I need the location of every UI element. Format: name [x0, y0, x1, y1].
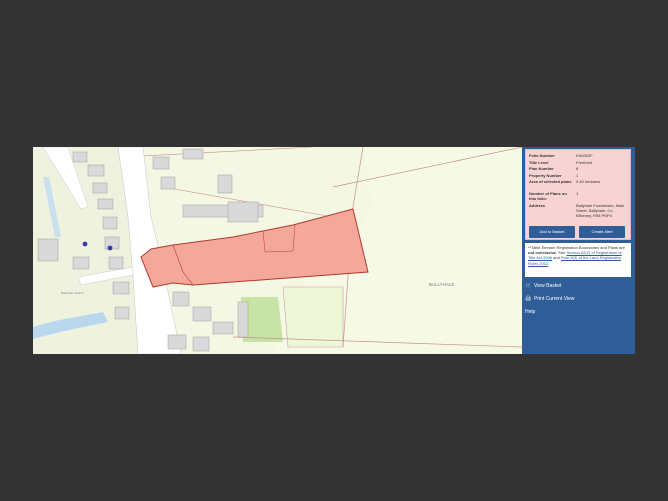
- row-value: Freehold: [576, 159, 592, 165]
- building: [237, 301, 249, 338]
- row-value: 1: [576, 191, 579, 196]
- building: [92, 182, 108, 194]
- building: [114, 306, 130, 320]
- row-label: Folio Number: [529, 153, 555, 158]
- building: [182, 148, 204, 160]
- row-value: KK6302F: [576, 153, 593, 158]
- building: [167, 334, 187, 350]
- building: [160, 176, 176, 190]
- view-basket-label: View Basket: [534, 283, 562, 289]
- disclaimer-notice: **Tailte Éireann Registration Boundaries…: [525, 243, 631, 277]
- create-alert-button[interactable]: Create Alert: [579, 226, 625, 238]
- building: [97, 198, 114, 210]
- folio-info-box: Folio Number KK6302F Title Level Freehol…: [525, 149, 631, 240]
- map-graphics[interactable]: BALLYHALE Ballyhale Church: [33, 147, 522, 354]
- field-south: [282, 286, 344, 348]
- notice-text: and: [552, 255, 561, 261]
- building: [72, 151, 88, 163]
- row-label: Area of selected plans: [529, 179, 572, 184]
- building: [227, 201, 259, 223]
- row-label: Plan Number: [529, 166, 554, 171]
- landmark-marker[interactable]: [82, 241, 88, 247]
- building: [217, 174, 233, 194]
- church-label: Ballyhale Church: [61, 291, 84, 295]
- row-value: 8: [576, 166, 579, 171]
- cart-icon: 🛒: [525, 283, 532, 289]
- building: [192, 306, 212, 322]
- building: [72, 256, 90, 270]
- viewer: BALLYHALE Ballyhale Church Folio Number …: [33, 147, 635, 354]
- notice-text: .: [548, 260, 550, 266]
- landmark-marker[interactable]: [107, 245, 113, 251]
- row-value: 1: [576, 172, 579, 178]
- area-label: BALLYHALE: [429, 282, 454, 287]
- view-basket-link[interactable]: 🛒 View Basket: [525, 282, 561, 290]
- building: [102, 216, 118, 230]
- add-to-basket-button[interactable]: Add to Basket: [529, 226, 575, 238]
- printer-icon: 🖨: [525, 296, 532, 302]
- row-label: Number of Plans on this folio:: [529, 191, 567, 201]
- help-link[interactable]: Help: [525, 308, 535, 316]
- row-label: Title Level: [529, 159, 549, 165]
- building: [108, 256, 124, 270]
- building: [172, 291, 190, 307]
- row-value: Ballyhale Foodstores, Main Street, Bally…: [576, 203, 625, 218]
- print-view-link[interactable]: 🖨 Print Current View: [525, 295, 574, 303]
- building: [112, 281, 130, 295]
- building: [87, 164, 105, 177]
- print-view-label: Print Current View: [534, 296, 575, 302]
- map-canvas[interactable]: BALLYHALE Ballyhale Church: [33, 147, 522, 354]
- row-value: 0.40 hectares: [576, 179, 601, 184]
- building: [152, 156, 170, 170]
- row-label: Address: [529, 203, 546, 208]
- building: [212, 321, 234, 335]
- row-label: Property Number: [529, 172, 562, 178]
- building: [192, 336, 210, 352]
- church-building: [37, 238, 59, 262]
- side-panel: Folio Number KK6302F Title Level Freehol…: [522, 147, 635, 354]
- help-label: Help: [525, 309, 536, 315]
